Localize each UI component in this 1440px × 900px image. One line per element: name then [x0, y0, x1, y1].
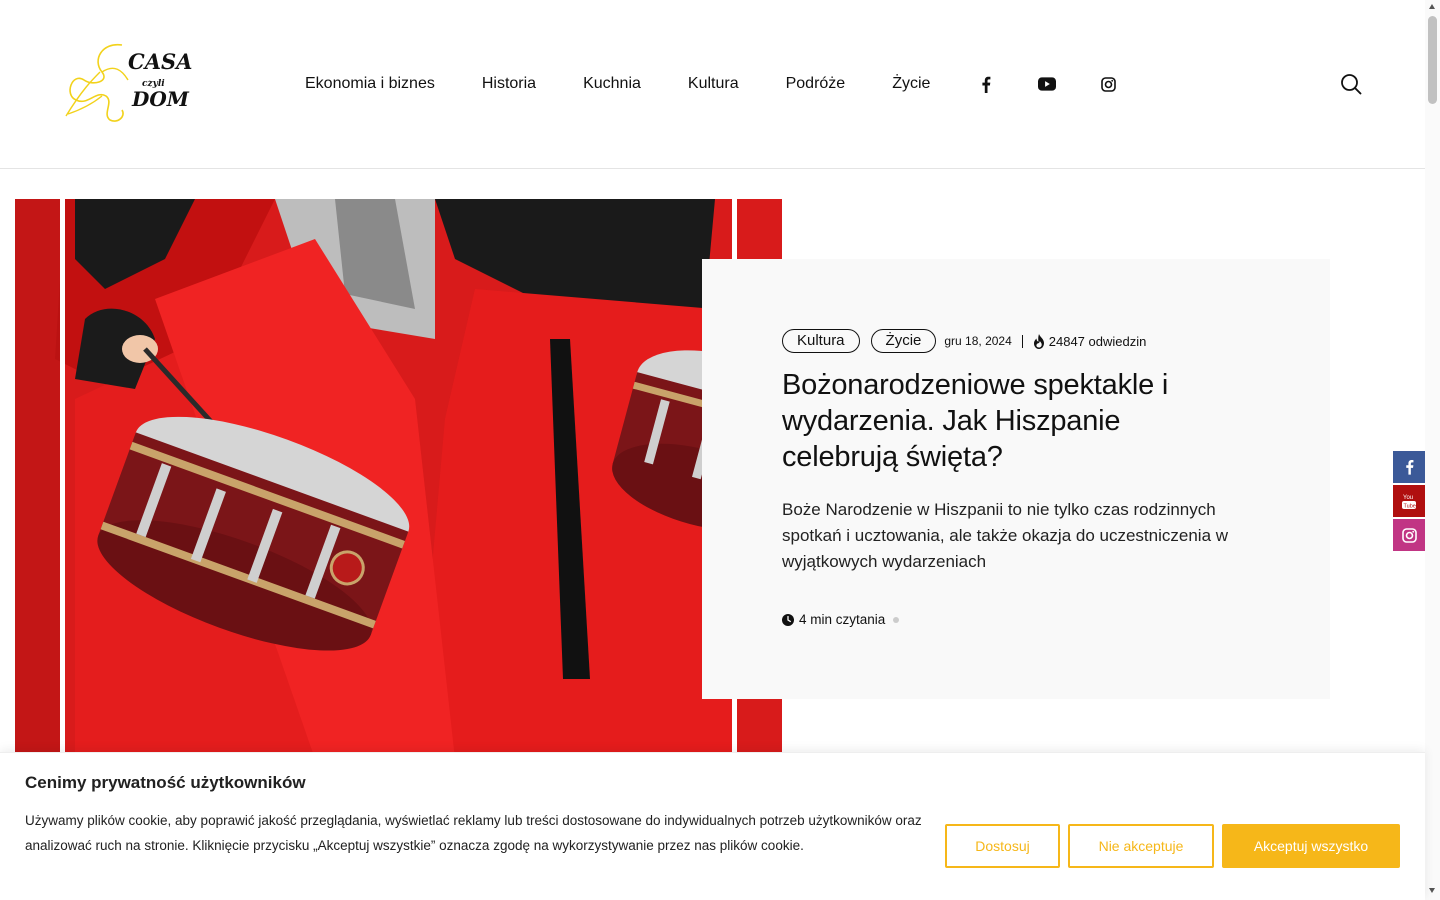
- reading-time: 4 min czytania: [782, 612, 900, 627]
- cookie-banner: Cenimy prywatność użytkowników Używamy p…: [0, 752, 1425, 900]
- youtube-icon[interactable]: [1038, 72, 1057, 96]
- nav-zycie[interactable]: Życie: [892, 72, 930, 96]
- facebook-icon[interactable]: [977, 72, 995, 96]
- category-pill-kultura[interactable]: Kultura: [782, 329, 860, 353]
- scroll-thumb[interactable]: [1428, 16, 1437, 104]
- reading-time-text: 4 min czytania: [799, 612, 886, 627]
- category-pill-zycie[interactable]: Życie: [870, 329, 937, 353]
- article-excerpt: Boże Narodzenie w Hiszpanii to nie tylko…: [782, 500, 1229, 571]
- logo-casa: CASA: [128, 49, 192, 74]
- nav-kultura[interactable]: Kultura: [688, 72, 739, 96]
- nav-historia[interactable]: Historia: [482, 72, 536, 96]
- nav-kuchnia[interactable]: Kuchnia: [583, 72, 641, 96]
- search-icon[interactable]: [1340, 73, 1362, 95]
- drummers-illustration: [15, 199, 782, 759]
- flame-icon: [1033, 333, 1044, 349]
- floating-instagram-icon[interactable]: [1393, 519, 1425, 551]
- logo-graphic: CASA czyli DOM: [65, 44, 192, 122]
- article-views: 24847 odwiedzin: [1033, 333, 1147, 349]
- site-header: CASA czyli DOM Ekonomia i biznes Histori…: [0, 0, 1425, 169]
- article-views-text: 24847 odwiedzin: [1048, 333, 1147, 349]
- hero-image[interactable]: [15, 199, 782, 759]
- meta-separator: [1021, 334, 1023, 348]
- floating-social-bar: You Tube: [1393, 451, 1425, 553]
- scroll-up-arrow-icon[interactable]: [1429, 4, 1435, 9]
- cookie-text: Używamy plików cookie, aby poprawić jako…: [25, 813, 922, 853]
- featured-article-card: Kultura Życie gru 18, 2024 24847 odwiedz…: [702, 259, 1330, 699]
- scroll-down-arrow-icon[interactable]: [1429, 888, 1435, 893]
- cookie-customize-button[interactable]: Dostosuj: [945, 824, 1060, 868]
- page-scrollbar[interactable]: [1425, 0, 1440, 900]
- site-logo[interactable]: CASA czyli DOM: [62, 40, 192, 126]
- nav-ekonomia[interactable]: Ekonomia i biznes: [305, 72, 435, 96]
- hero-overlay-title-text: BOŻE NARODZENIE - FIESTY: [90, 182, 536, 199]
- article-title[interactable]: Bożonarodzeniowe spektakle i wydarzenia.…: [782, 367, 1242, 475]
- hero-overlay-title: BOŻE NARODZENIE - FIESTY: [90, 182, 536, 199]
- svg-text:You: You: [1403, 495, 1413, 501]
- article-date: gru 18, 2024: [944, 334, 1012, 348]
- svg-text:Tube: Tube: [1404, 504, 1416, 510]
- cookie-title: Cenimy prywatność użytkowników: [25, 773, 306, 792]
- nav-podroze[interactable]: Podróże: [786, 72, 846, 96]
- clock-icon: [782, 613, 794, 626]
- main-nav: Ekonomia i biznes Historia Kuchnia Kultu…: [305, 72, 1160, 96]
- reading-dot: [893, 616, 900, 623]
- floating-facebook-icon[interactable]: [1393, 451, 1425, 483]
- floating-youtube-icon[interactable]: You Tube: [1393, 485, 1425, 517]
- logo-dom: DOM: [131, 87, 190, 111]
- cookie-reject-button[interactable]: Nie akceptuje: [1068, 824, 1214, 868]
- instagram-icon[interactable]: [1099, 72, 1117, 96]
- article-meta: Kultura Życie gru 18, 2024 24847 odwiedz…: [782, 329, 1146, 353]
- cookie-accept-button[interactable]: Akceptuj wszystko: [1222, 824, 1400, 868]
